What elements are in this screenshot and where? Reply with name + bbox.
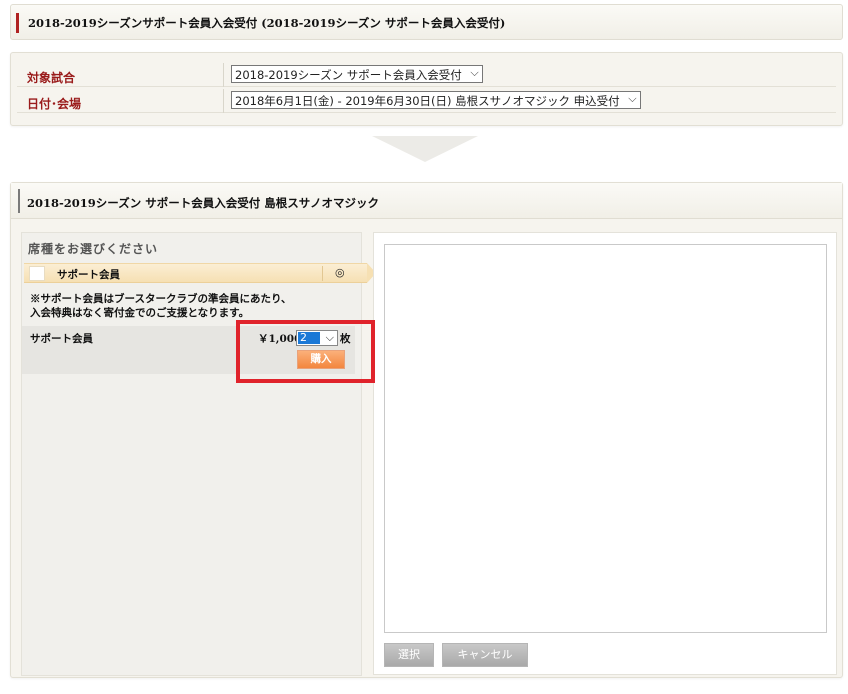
page-title-bar: 2018-2019シーズンサポート会員入会受付 (2018-2019シーズン サ… <box>10 4 843 40</box>
select-button[interactable]: 選択 <box>384 643 434 667</box>
match-row: 対象試合 2018-2019シーズン サポート会員入会受付 ⌵ <box>17 63 836 87</box>
seat-note-line: 入会特典はなく寄付金でのご支援となります。 <box>30 307 250 319</box>
seat-type-tab[interactable]: サポート会員 ◎ <box>24 263 376 283</box>
match-select-value: 2018-2019シーズン サポート会員入会受付 <box>235 68 462 82</box>
row-divider <box>223 63 224 87</box>
highlight-box <box>236 320 375 383</box>
seat-selection-panel: 2018-2019シーズン サポート会員入会受付 島根スサノオマジック 席種をお… <box>10 182 843 678</box>
seat-heading: 席種をお選びください <box>28 242 159 256</box>
match-select[interactable]: 2018-2019シーズン サポート会員入会受付 ⌵ <box>231 65 483 83</box>
match-label: 対象試合 <box>27 71 76 85</box>
seat-note-line: ※サポート会員はブースタークラブの準会員にあたり、 <box>30 293 292 305</box>
seat-list-column: 席種をお選びください サポート会員 ◎ ※サポート会員はブースタークラブの準会員… <box>21 232 376 676</box>
seat-map-area[interactable] <box>384 244 827 633</box>
chevron-down-icon: ⌵ <box>628 92 637 105</box>
date-select-value: 2018年6月1日(金) - 2019年6月30日(日) 島根スサノオマジック … <box>235 94 620 108</box>
ticket-name: サポート会員 <box>30 333 93 345</box>
date-select[interactable]: 2018年6月1日(金) - 2019年6月30日(日) 島根スサノオマジック … <box>231 91 641 109</box>
seat-color-swatch <box>29 266 45 281</box>
seat-map-column: 選択 キャンセル <box>373 232 837 675</box>
row-divider <box>223 89 224 113</box>
date-label: 日付･会場 <box>27 97 82 111</box>
event-header: 2018-2019シーズン サポート会員入会受付 島根スサノオマジック <box>11 183 842 219</box>
page-title: 2018-2019シーズンサポート会員入会受付 (2018-2019シーズン サ… <box>28 16 506 30</box>
date-row: 日付･会場 2018年6月1日(金) - 2019年6月30日(日) 島根スサノ… <box>17 89 836 113</box>
event-header-accent <box>18 189 20 213</box>
availability-icon: ◎ <box>335 266 345 279</box>
cancel-button[interactable]: キャンセル <box>442 643 528 667</box>
seat-note: ※サポート会員はブースタークラブの準会員にあたり、 入会特典はなく寄付金でのご支… <box>30 292 292 320</box>
flow-arrow-icon <box>372 136 478 162</box>
seat-type-divider <box>322 266 323 281</box>
event-selection-form: 対象試合 2018-2019シーズン サポート会員入会受付 ⌵ 日付･会場 20… <box>10 52 843 126</box>
seat-type-name: サポート会員 <box>57 269 120 281</box>
event-title: 2018-2019シーズン サポート会員入会受付 島根スサノオマジック <box>27 196 379 210</box>
chevron-down-icon: ⌵ <box>470 66 479 79</box>
title-accent <box>16 13 19 33</box>
